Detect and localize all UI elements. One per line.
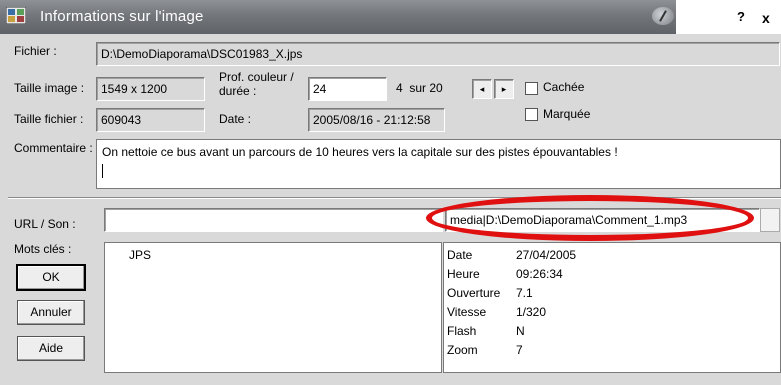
exif-key-zoom: Zoom [447, 343, 478, 357]
app-icon [6, 7, 26, 24]
window-title: Informations sur l'image [40, 8, 204, 25]
date-field: 2005/08/16 - 21:12:58 [308, 108, 445, 132]
fichier-label: Fichier : [14, 44, 57, 58]
text-cursor [102, 164, 103, 178]
keywords-list[interactable]: JPS [104, 242, 442, 373]
help-button[interactable]: ? [737, 9, 745, 24]
title-logo-icon [652, 7, 674, 25]
image-counter: 4 sur 20 [396, 81, 443, 95]
keyword-item[interactable]: JPS [129, 248, 151, 262]
close-button[interactable]: x [762, 10, 770, 26]
aide-button[interactable]: Aide [17, 336, 85, 361]
exif-value-date: 27/04/2005 [516, 248, 577, 262]
exif-key-flash: Flash [447, 324, 477, 338]
marquee-label: Marquée [543, 107, 591, 121]
exif-key-vitesse: Vitesse [447, 305, 487, 319]
image-info-dialog: Informations sur l'image ? x Fichier : D… [0, 0, 781, 385]
url-son-label: URL / Son : [14, 217, 76, 231]
exif-key-date: Date [447, 248, 473, 262]
exif-panel [443, 242, 781, 373]
ok-button[interactable]: OK [16, 264, 86, 291]
title-bar-controls: ? x [676, 0, 781, 34]
mots-cles-label: Mots clés : [14, 242, 72, 256]
taille-fichier-label: Taille fichier : [14, 112, 84, 126]
taille-image-field: 1549 x 1200 [96, 77, 205, 101]
next-image-button[interactable]: ▸ [494, 79, 514, 99]
cachee-checkbox[interactable] [525, 82, 538, 95]
title-bar[interactable]: Informations sur l'image [0, 0, 700, 34]
date-label: Date : [219, 112, 252, 126]
marquee-checkbox[interactable] [525, 108, 538, 121]
commentaire-textarea[interactable]: On nettoie ce bus avant un parcours de 1… [96, 139, 781, 189]
highlight-ellipse [426, 195, 754, 241]
taille-fichier-field: 609043 [96, 108, 205, 132]
commentaire-label: Commentaire : [14, 141, 93, 155]
url-input[interactable] [104, 208, 443, 232]
exif-value-ouverture: 7.1 [516, 286, 533, 300]
fichier-field: D:\DemoDiaporama\DSC01983_X.jps [96, 42, 780, 66]
prof-couleur-field[interactable]: 24 [308, 77, 387, 101]
prof-couleur-label: Prof. couleur / [219, 70, 294, 84]
exif-key-heure: Heure [447, 267, 480, 281]
prev-image-button[interactable]: ◂ [472, 79, 492, 99]
duree-label: durée : [219, 84, 257, 98]
exif-value-flash: N [516, 324, 525, 338]
exif-value-heure: 09:26:34 [516, 267, 563, 281]
exif-key-ouverture: Ouverture [447, 286, 501, 300]
commentaire-text: On nettoie ce bus avant un parcours de 1… [102, 145, 618, 159]
cachee-label: Cachée [543, 80, 585, 94]
taille-image-label: Taille image : [14, 81, 85, 95]
media-scrollbar[interactable] [760, 208, 780, 232]
exif-value-zoom: 7 [516, 343, 523, 357]
annuler-button[interactable]: Annuler [17, 300, 85, 325]
exif-value-vitesse: 1/320 [516, 305, 547, 319]
